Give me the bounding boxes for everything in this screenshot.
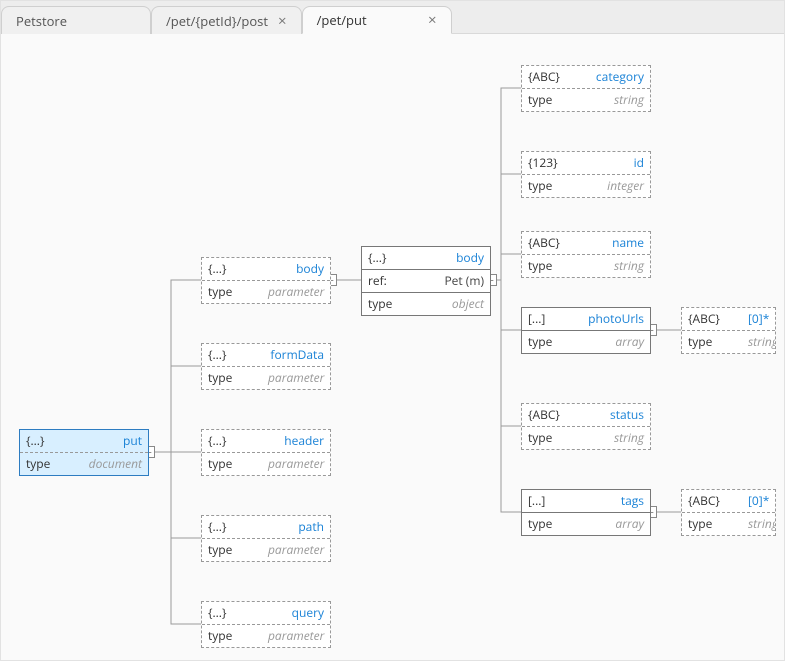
row-key: type xyxy=(202,453,262,475)
array-icon: [...] xyxy=(522,490,582,512)
string-icon: {ABC} xyxy=(682,490,742,512)
string-icon: {ABC} xyxy=(522,66,582,88)
node-body-ref[interactable]: {...}body ref:Pet (m) typeobject xyxy=(361,246,491,316)
object-icon: {...} xyxy=(202,258,262,280)
row-key: type xyxy=(522,255,582,277)
node-tags-item[interactable]: {ABC}[0]* typestring xyxy=(681,489,776,536)
row-key: type xyxy=(522,513,582,535)
node-title: tags xyxy=(582,490,650,512)
row-value: array xyxy=(582,331,650,353)
object-icon: {...} xyxy=(202,430,262,452)
row-value: parameter xyxy=(262,367,330,389)
row-key: type xyxy=(362,293,422,315)
node-field-status[interactable]: {ABC}status typestring xyxy=(521,403,651,450)
row-key: type xyxy=(202,625,262,647)
node-field-tags[interactable]: [...]tags typearray xyxy=(521,489,651,536)
node-field-category[interactable]: {ABC}category typestring xyxy=(521,65,651,112)
node-title: body xyxy=(262,258,330,280)
tab-pet-put[interactable]: /pet/put × xyxy=(302,6,452,34)
row-key: type xyxy=(522,427,582,449)
connector-lines xyxy=(1,34,784,661)
node-title: header xyxy=(262,430,330,452)
row-key: ref: xyxy=(362,270,422,292)
node-param-body[interactable]: {...}body typeparameter xyxy=(201,257,331,304)
object-icon: {...} xyxy=(362,247,422,269)
row-value: Pet (m) xyxy=(422,270,490,292)
tab-label: /pet/{petId}/post xyxy=(166,7,268,35)
row-value: string xyxy=(582,427,650,449)
object-icon: {...} xyxy=(20,430,80,452)
canvas[interactable]: − − − − − {...} put type document {...}b… xyxy=(1,34,784,661)
row-key: type xyxy=(682,513,742,535)
tab-label: Petstore xyxy=(16,7,67,35)
node-title: category xyxy=(582,66,650,88)
node-title: formData xyxy=(262,344,330,366)
row-value: parameter xyxy=(262,281,330,303)
row-key: type xyxy=(202,281,262,303)
node-title: id xyxy=(582,152,650,174)
node-title: body xyxy=(422,247,490,269)
node-title: status xyxy=(582,404,650,426)
tab-bar: Petstore /pet/{petId}/post × /pet/put × xyxy=(1,1,784,34)
tab-petstore[interactable]: Petstore xyxy=(1,6,151,34)
row-key: type xyxy=(522,89,582,111)
node-param-header[interactable]: {...}header typeparameter xyxy=(201,429,331,476)
row-value: string xyxy=(742,513,775,535)
row-value: object xyxy=(422,293,490,315)
tab-pet-petid-post[interactable]: /pet/{petId}/post × xyxy=(151,6,302,34)
object-icon: {...} xyxy=(202,516,262,538)
row-key: type xyxy=(202,367,262,389)
row-key: type xyxy=(522,175,582,197)
number-icon: {123} xyxy=(522,152,582,174)
string-icon: {ABC} xyxy=(522,404,582,426)
node-title: put xyxy=(80,430,148,452)
node-field-photourls[interactable]: [...]photoUrls typearray xyxy=(521,307,651,354)
array-icon: [...] xyxy=(522,308,582,330)
node-title: name xyxy=(582,232,650,254)
row-value: document xyxy=(80,453,148,475)
row-value: parameter xyxy=(262,539,330,561)
object-icon: {...} xyxy=(202,602,262,624)
node-title: [0]* xyxy=(742,490,775,512)
row-value: string xyxy=(582,255,650,277)
node-title: photoUrls xyxy=(582,308,650,330)
close-icon[interactable]: × xyxy=(428,6,437,34)
row-value: string xyxy=(742,331,775,353)
node-title: path xyxy=(262,516,330,538)
row-value: string xyxy=(582,89,650,111)
node-param-query[interactable]: {...}query typeparameter xyxy=(201,601,331,648)
row-key: type xyxy=(522,331,582,353)
row-value: integer xyxy=(582,175,650,197)
string-icon: {ABC} xyxy=(522,232,582,254)
row-key: type xyxy=(202,539,262,561)
node-param-path[interactable]: {...}path typeparameter xyxy=(201,515,331,562)
object-icon: {...} xyxy=(202,344,262,366)
row-key: type xyxy=(682,331,742,353)
node-title: query xyxy=(262,602,330,624)
tab-label: /pet/put xyxy=(317,6,367,34)
node-photourls-item[interactable]: {ABC}[0]* typestring xyxy=(681,307,776,354)
workspace: Petstore /pet/{petId}/post × /pet/put × xyxy=(0,0,785,661)
row-value: parameter xyxy=(262,453,330,475)
node-title: [0]* xyxy=(742,308,775,330)
node-put[interactable]: {...} put type document xyxy=(19,429,149,476)
node-field-name[interactable]: {ABC}name typestring xyxy=(521,231,651,278)
row-value: parameter xyxy=(262,625,330,647)
row-key: type xyxy=(20,453,80,475)
row-value: array xyxy=(582,513,650,535)
node-param-formdata[interactable]: {...}formData typeparameter xyxy=(201,343,331,390)
close-icon[interactable]: × xyxy=(278,7,287,35)
node-field-id[interactable]: {123}id typeinteger xyxy=(521,151,651,198)
string-icon: {ABC} xyxy=(682,308,742,330)
